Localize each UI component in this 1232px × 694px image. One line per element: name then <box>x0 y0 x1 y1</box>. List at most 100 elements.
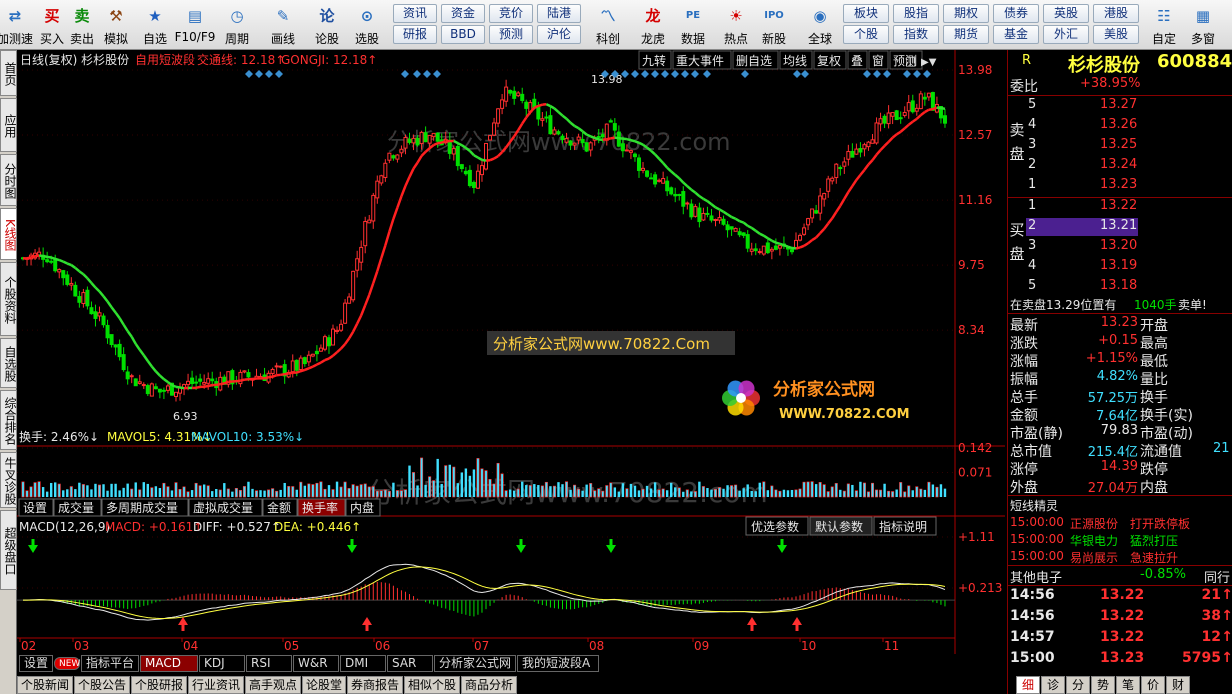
macd-button-2[interactable]: 指标说明 <box>873 516 937 536</box>
toolbar-button-8[interactable]: 论论股 <box>308 2 346 48</box>
event-diamond-icon[interactable] <box>275 70 283 78</box>
event-diamond-icon[interactable] <box>245 70 253 78</box>
toolbar-link-1[interactable]: 资金 <box>441 4 485 23</box>
event-diamond-icon[interactable] <box>873 70 881 78</box>
volume-tab-0[interactable]: 设置 <box>18 498 54 517</box>
event-diamond-icon[interactable] <box>651 70 659 78</box>
sector-row[interactable]: 其他电子 -0.85% 同行 <box>1008 567 1232 586</box>
toolbar-button-15[interactable]: ◉ 全球 <box>801 2 839 48</box>
event-diamond-icon[interactable] <box>741 70 749 78</box>
toolbar-button-6[interactable]: ◷ 周期 <box>218 2 256 48</box>
chart-tool-button-5[interactable]: 叠 <box>847 50 868 70</box>
event-diamond-icon[interactable] <box>661 70 669 78</box>
toolbar-market-2[interactable]: 期权 <box>943 4 989 23</box>
quote-tab-0[interactable]: 细 <box>1016 676 1040 694</box>
event-diamond-icon[interactable] <box>903 70 911 78</box>
elf-row[interactable]: 15:00:00 正源股份 打开跌停板 <box>1008 515 1232 533</box>
indicator-tab-5[interactable]: RSI <box>246 655 292 672</box>
ask-row[interactable]: 2 13.24 <box>1008 157 1232 175</box>
toolbar-market-9[interactable]: 基金 <box>993 25 1039 44</box>
indicator-tab-8[interactable]: SAR <box>387 655 433 672</box>
toolbar-market-1[interactable]: 股指 <box>893 4 939 23</box>
volume-tab-4[interactable]: 金额 <box>262 498 298 517</box>
ask-row[interactable]: 1 13.23 <box>1008 177 1232 195</box>
toolbar-market-10[interactable]: 外汇 <box>1043 25 1089 44</box>
toolbar-button-4[interactable]: ★ 自选 <box>136 2 174 48</box>
chart-tool-button-0[interactable]: 九转 <box>638 50 672 70</box>
ask-row[interactable]: 3 13.25 <box>1008 137 1232 155</box>
left-tab-7[interactable]: 牛叉诊股 <box>0 452 17 508</box>
toolbar-button-3[interactable]: ⚒ 模拟 <box>97 2 135 48</box>
toolbar-button-14[interactable]: IPO 新股 <box>755 2 793 48</box>
event-diamond-icon[interactable] <box>631 70 639 78</box>
toolbar-market-8[interactable]: 期货 <box>943 25 989 44</box>
news-button-6[interactable]: 券商报告 <box>347 676 403 694</box>
volume-tab-1[interactable]: 成交量 <box>53 498 102 517</box>
event-diamond-icon[interactable] <box>265 70 273 78</box>
toolbar-market-11[interactable]: 美股 <box>1093 25 1139 44</box>
chart-tool-button-3[interactable]: 均线 <box>779 50 813 70</box>
event-diamond-icon[interactable] <box>801 70 809 78</box>
toolbar-market-5[interactable]: 港股 <box>1093 4 1139 23</box>
toolbar-button-0[interactable]: ⇄ 加测速 <box>0 2 34 48</box>
event-diamond-icon[interactable] <box>433 70 441 78</box>
left-tab-5[interactable]: 自选股 <box>0 338 17 388</box>
event-diamond-icon[interactable] <box>681 70 689 78</box>
indicator-tab-9[interactable]: 分析家公式网 <box>434 655 516 672</box>
quote-tab-3[interactable]: 势 <box>1091 676 1115 694</box>
left-tab-2[interactable]: 分时图 <box>0 154 17 206</box>
event-diamond-icon[interactable] <box>255 70 263 78</box>
chart-tool-button-1[interactable]: 重大事件 <box>672 50 732 70</box>
indicator-tab-4[interactable]: KDJ <box>199 655 245 672</box>
toolbar-button-13[interactable]: ☀ 热点 <box>717 2 755 48</box>
indicator-tab-7[interactable]: DMI <box>340 655 386 672</box>
toolbar-button-11[interactable]: 龙龙虎 <box>634 2 672 48</box>
volume-tab-2[interactable]: 多周期成交量 <box>101 498 189 517</box>
indicator-tab-10[interactable]: 我的短波段A <box>517 655 599 672</box>
bid-row[interactable]: 1 13.22 <box>1008 198 1232 216</box>
volume-tab-3[interactable]: 虚拟成交量 <box>188 498 263 517</box>
toolbar-link-2[interactable]: 竞价 <box>489 4 533 23</box>
chart-tool-button-4[interactable]: 复权 <box>813 50 847 70</box>
toolbar-market-7[interactable]: 指数 <box>893 25 939 44</box>
toolbar-button-12[interactable]: PE 数据 <box>674 2 712 48</box>
quote-tab-5[interactable]: 价 <box>1141 676 1165 694</box>
news-button-0[interactable]: 个股新闻 <box>17 676 73 694</box>
toolbar-button-16[interactable]: ☷ 自定 <box>1145 2 1183 48</box>
event-diamond-icon[interactable] <box>641 70 649 78</box>
indicator-tab-6[interactable]: W&R <box>293 655 339 672</box>
volume-tab-6[interactable]: 内盘 <box>345 498 381 517</box>
toolbar-button-9[interactable]: ⊙ 选股 <box>348 2 386 48</box>
event-diamond-icon[interactable] <box>883 70 891 78</box>
bid-row[interactable]: 5 13.18 <box>1008 278 1232 296</box>
quote-tab-1[interactable]: 诊 <box>1041 676 1065 694</box>
toolbar-link-3[interactable]: 陆港 <box>537 4 581 23</box>
toolbar-link-6[interactable]: 预测 <box>489 25 533 44</box>
toolbar-link-7[interactable]: 沪伦 <box>537 25 581 44</box>
news-button-8[interactable]: 商品分析 <box>461 676 517 694</box>
volume-tab-5[interactable]: 换手率 <box>297 498 346 517</box>
toolbar-link-5[interactable]: BBD <box>441 25 485 44</box>
news-button-4[interactable]: 高手观点 <box>245 676 301 694</box>
quote-tab-2[interactable]: 分 <box>1066 676 1090 694</box>
toolbar-market-3[interactable]: 债券 <box>993 4 1039 23</box>
toolbar-button-7[interactable]: ✎ 画线 <box>264 2 302 48</box>
left-tab-6[interactable]: 综合排名 <box>0 390 17 450</box>
indicator-tab-3[interactable]: MACD <box>140 655 198 672</box>
toolbar-link-0[interactable]: 资讯 <box>393 4 437 23</box>
event-diamond-icon[interactable] <box>793 70 801 78</box>
chart-tool-button-2[interactable]: 删自选 <box>732 50 779 70</box>
event-diamond-icon[interactable] <box>863 70 871 78</box>
toolbar-button-17[interactable]: ▦ 多窗 <box>1184 2 1222 48</box>
news-button-7[interactable]: 相似个股 <box>404 676 460 694</box>
toolbar-button-10[interactable]: 〽科创 <box>589 2 627 48</box>
event-diamond-icon[interactable] <box>671 70 679 78</box>
news-button-1[interactable]: 个股公告 <box>74 676 130 694</box>
ask-row[interactable]: 5 13.27 <box>1008 97 1232 115</box>
news-button-5[interactable]: 论股堂 <box>302 676 346 694</box>
toolbar-market-6[interactable]: 个股 <box>843 25 889 44</box>
bid-row[interactable]: 2 13.21 <box>1026 218 1138 236</box>
bid-row[interactable]: 4 13.19 <box>1008 258 1232 276</box>
event-diamond-icon[interactable] <box>913 70 921 78</box>
news-button-3[interactable]: 行业资讯 <box>188 676 244 694</box>
